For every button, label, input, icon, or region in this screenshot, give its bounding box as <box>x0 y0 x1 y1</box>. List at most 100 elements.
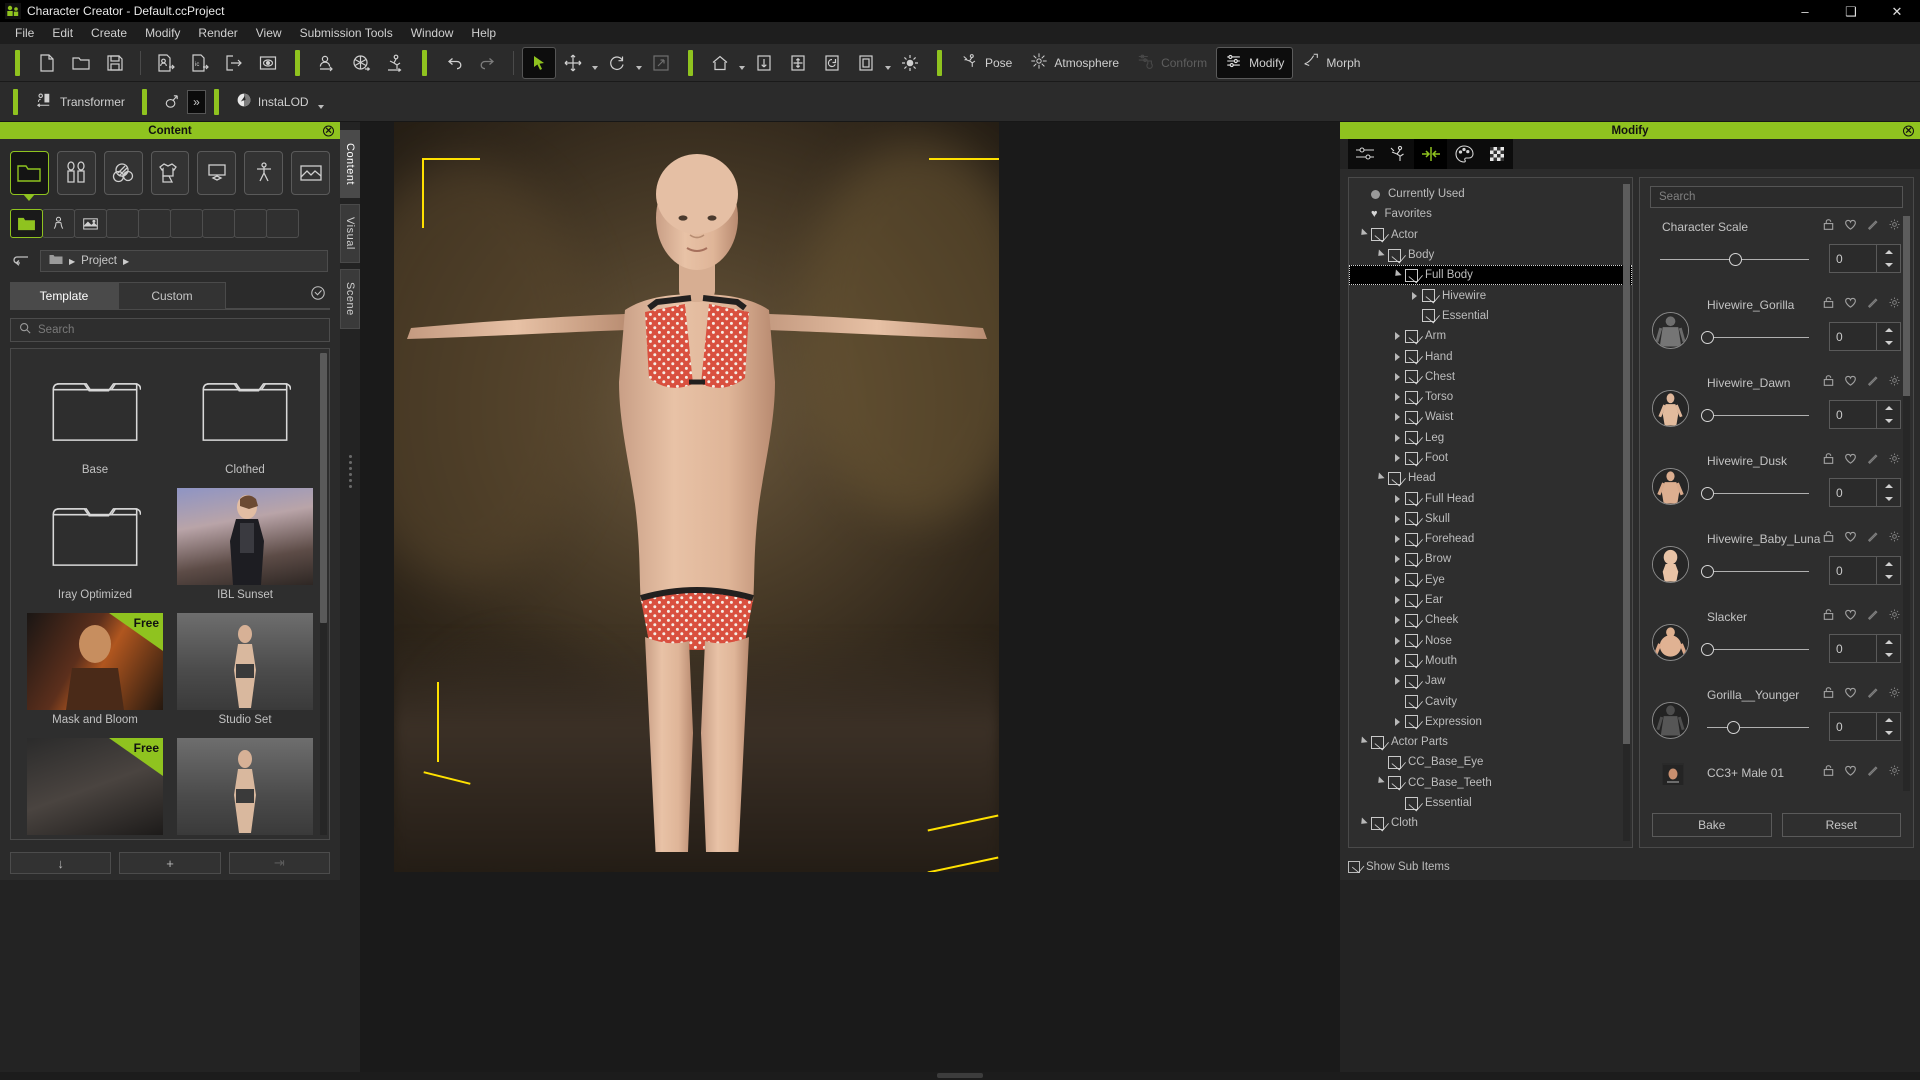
sub-empty-3[interactable] <box>170 209 203 238</box>
add-button[interactable]: + <box>119 852 220 874</box>
stepper-up-icon[interactable] <box>1877 401 1900 415</box>
chevron-right-icon[interactable] <box>1389 373 1405 381</box>
tree-row[interactable]: Cloth <box>1349 813 1632 833</box>
dock-tab-scene[interactable]: Scene <box>340 269 360 329</box>
tree-row[interactable]: Body <box>1349 245 1632 265</box>
settings-icon[interactable] <box>1888 374 1901 392</box>
tree-checkbox[interactable] <box>1405 614 1418 627</box>
lock-icon[interactable] <box>1822 374 1835 392</box>
tree-row[interactable]: Eye <box>1349 570 1632 590</box>
favorite-icon[interactable] <box>1844 686 1857 704</box>
tree-row[interactable]: Chest <box>1349 367 1632 387</box>
modify-button[interactable]: Modify <box>1217 48 1292 78</box>
settings-icon[interactable] <box>1888 530 1901 548</box>
chevron-down-icon[interactable] <box>1355 740 1371 745</box>
rotate-tool-icon[interactable] <box>601 48 633 78</box>
tab-template[interactable]: Template <box>10 282 118 309</box>
chevron-right-icon[interactable] <box>1389 393 1405 401</box>
slider-knob[interactable] <box>1727 721 1740 734</box>
tree-row[interactable]: Actor Parts <box>1349 732 1632 752</box>
slider-track[interactable] <box>1707 727 1809 728</box>
tree-checkbox[interactable] <box>1405 330 1418 343</box>
slider-value-input[interactable]: 0 <box>1829 322 1877 351</box>
tree-row[interactable]: Torso <box>1349 387 1632 407</box>
slider-value-input[interactable]: 0 <box>1829 400 1877 429</box>
morph-tab[interactable] <box>1414 139 1447 169</box>
tree-checkbox[interactable] <box>1405 553 1418 566</box>
lock-icon[interactable] <box>1822 608 1835 626</box>
favorite-icon[interactable] <box>1844 530 1857 548</box>
import-iclone-icon[interactable]: ic <box>184 48 216 78</box>
pose-tab[interactable] <box>1381 139 1414 169</box>
undo-icon[interactable] <box>438 48 470 78</box>
tree-row[interactable]: Essential <box>1349 793 1632 813</box>
conform-button[interactable]: Conform <box>1129 48 1215 78</box>
edit-icon[interactable] <box>1866 218 1879 236</box>
lock-icon[interactable] <box>1822 686 1835 704</box>
edit-icon[interactable] <box>1866 764 1879 782</box>
atmosphere-button[interactable]: Atmosphere <box>1022 48 1127 78</box>
chevron-right-icon[interactable] <box>1389 637 1405 645</box>
slider-value-input[interactable]: 0 <box>1829 478 1877 507</box>
stepper-down-icon[interactable] <box>1877 649 1900 663</box>
close-button[interactable]: ✕ <box>1874 0 1920 22</box>
tree-row[interactable]: Head <box>1349 468 1632 488</box>
slider-scrollbar[interactable] <box>1903 216 1910 791</box>
slider-search-box[interactable] <box>1650 186 1903 208</box>
scene-icon[interactable] <box>291 151 330 195</box>
chevron-right-icon[interactable] <box>1389 515 1405 523</box>
home-view-icon[interactable] <box>704 48 736 78</box>
scale-tool-icon[interactable] <box>645 48 677 78</box>
tree-checkbox[interactable] <box>1405 675 1418 688</box>
slider-knob[interactable] <box>1701 643 1714 656</box>
tree-row[interactable]: Actor <box>1349 225 1632 245</box>
modify-panel-close-icon[interactable]: ✕ <box>1903 125 1914 136</box>
chevron-right-icon[interactable] <box>1389 332 1405 340</box>
chevron-right-icon[interactable] <box>1389 657 1405 665</box>
edit-icon[interactable] <box>1866 608 1879 626</box>
new-project-icon[interactable] <box>31 48 63 78</box>
back-arrow-icon[interactable] <box>10 250 32 272</box>
move-tool-icon[interactable] <box>557 48 589 78</box>
tree-checkbox[interactable] <box>1405 634 1418 647</box>
stepper-down-icon[interactable] <box>1877 415 1900 429</box>
tree-checkbox[interactable] <box>1388 756 1401 769</box>
expand-toolbar-chevron-icon[interactable]: » <box>188 91 205 113</box>
prop-icon[interactable] <box>197 151 236 195</box>
morph-button[interactable]: Morph <box>1294 48 1368 78</box>
motion-icon[interactable] <box>244 151 283 195</box>
content-panel-close-icon[interactable]: ✕ <box>323 125 334 136</box>
save-project-icon[interactable] <box>99 48 131 78</box>
load-motion-icon[interactable] <box>379 48 411 78</box>
chevron-right-icon[interactable] <box>1389 596 1405 604</box>
slider-value-input[interactable]: 0 <box>1829 634 1877 663</box>
load-avatar-icon[interactable] <box>311 48 343 78</box>
tree-row[interactable]: Nose <box>1349 631 1632 651</box>
chevron-down-icon[interactable] <box>1372 476 1388 481</box>
attribute-tab[interactable] <box>1348 139 1381 169</box>
center-view-icon[interactable] <box>782 48 814 78</box>
chevron-down-icon[interactable] <box>1372 780 1388 785</box>
character-model[interactable] <box>394 132 999 852</box>
sub-empty-2[interactable] <box>138 209 171 238</box>
chevron-down-icon[interactable] <box>1372 253 1388 258</box>
tree-checkbox[interactable] <box>1405 573 1418 586</box>
tree-checkbox[interactable] <box>1405 391 1418 404</box>
stepper-up-icon[interactable] <box>1877 557 1900 571</box>
material-tab[interactable] <box>1447 139 1480 169</box>
breadcrumb-path[interactable]: Project <box>81 255 117 267</box>
slider-knob[interactable] <box>1701 409 1714 422</box>
edit-icon[interactable] <box>1866 296 1879 314</box>
stepper-up-icon[interactable] <box>1877 323 1900 337</box>
chevron-right-icon[interactable] <box>1389 677 1405 685</box>
slider-knob[interactable] <box>1701 331 1714 344</box>
download-button[interactable]: ↓ <box>10 852 111 874</box>
slider-knob[interactable] <box>1701 487 1714 500</box>
tree-row[interactable]: Forehead <box>1349 529 1632 549</box>
menu-submission-tools[interactable]: Submission Tools <box>291 23 402 43</box>
transformer-button[interactable]: Transformer <box>27 87 133 117</box>
tree-row[interactable]: Jaw <box>1349 671 1632 691</box>
tree-checkbox[interactable] <box>1405 654 1418 667</box>
character-sub-icon[interactable] <box>42 209 75 238</box>
tree-row[interactable]: Expression <box>1349 712 1632 732</box>
